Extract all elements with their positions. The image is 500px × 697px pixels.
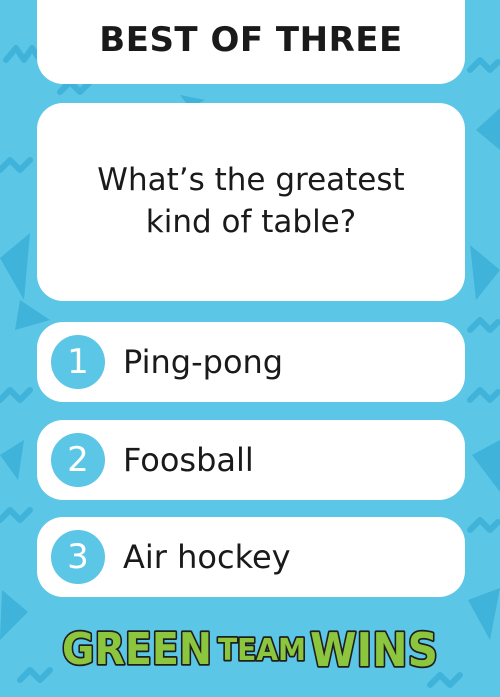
triangle-shape: [15, 300, 50, 330]
zigzag-shape: [17, 667, 53, 683]
logo-word-wins: WINS: [310, 623, 438, 676]
logo-word-team: TEAM: [218, 633, 306, 668]
zigzag-shape: [467, 57, 500, 73]
zigzag-shape: [427, 672, 463, 688]
title-card: BEST OF THREE: [37, 0, 465, 84]
option-label: Air hockey: [123, 538, 291, 576]
triangle-shape: [472, 440, 500, 492]
zigzag-shape: [0, 157, 33, 173]
option-number-badge: 3: [51, 530, 105, 584]
card-title: BEST OF THREE: [99, 20, 403, 60]
triangle-shape: [470, 245, 500, 300]
option-1[interactable]: 1 Ping-pong: [37, 322, 465, 402]
triangle-shape: [0, 590, 28, 640]
question-text: What’s the greatest kind of table?: [97, 162, 405, 240]
zigzag-shape: [0, 507, 33, 523]
triangle-shape: [0, 440, 24, 480]
option-3[interactable]: 3 Air hockey: [37, 517, 465, 597]
zigzag-shape: [467, 387, 500, 403]
zigzag-shape: [0, 387, 33, 403]
zigzag-shape: [3, 45, 43, 63]
triangle-shape: [476, 108, 500, 150]
option-label: Foosball: [123, 441, 254, 479]
zigzag-shape: [467, 317, 500, 333]
option-number-badge: 2: [51, 433, 105, 487]
triangle-shape: [0, 233, 30, 300]
option-label: Ping-pong: [123, 343, 284, 381]
logo-word-green: GREEN: [62, 624, 212, 675]
zigzag-shape: [467, 517, 500, 533]
triangle-shape: [468, 588, 500, 640]
green-team-wins-logo: GREEN TEAM WINS: [60, 621, 440, 676]
option-2[interactable]: 2 Foosball: [37, 420, 465, 500]
option-number-badge: 1: [51, 335, 105, 389]
question-card: What’s the greatest kind of table?: [37, 103, 465, 301]
